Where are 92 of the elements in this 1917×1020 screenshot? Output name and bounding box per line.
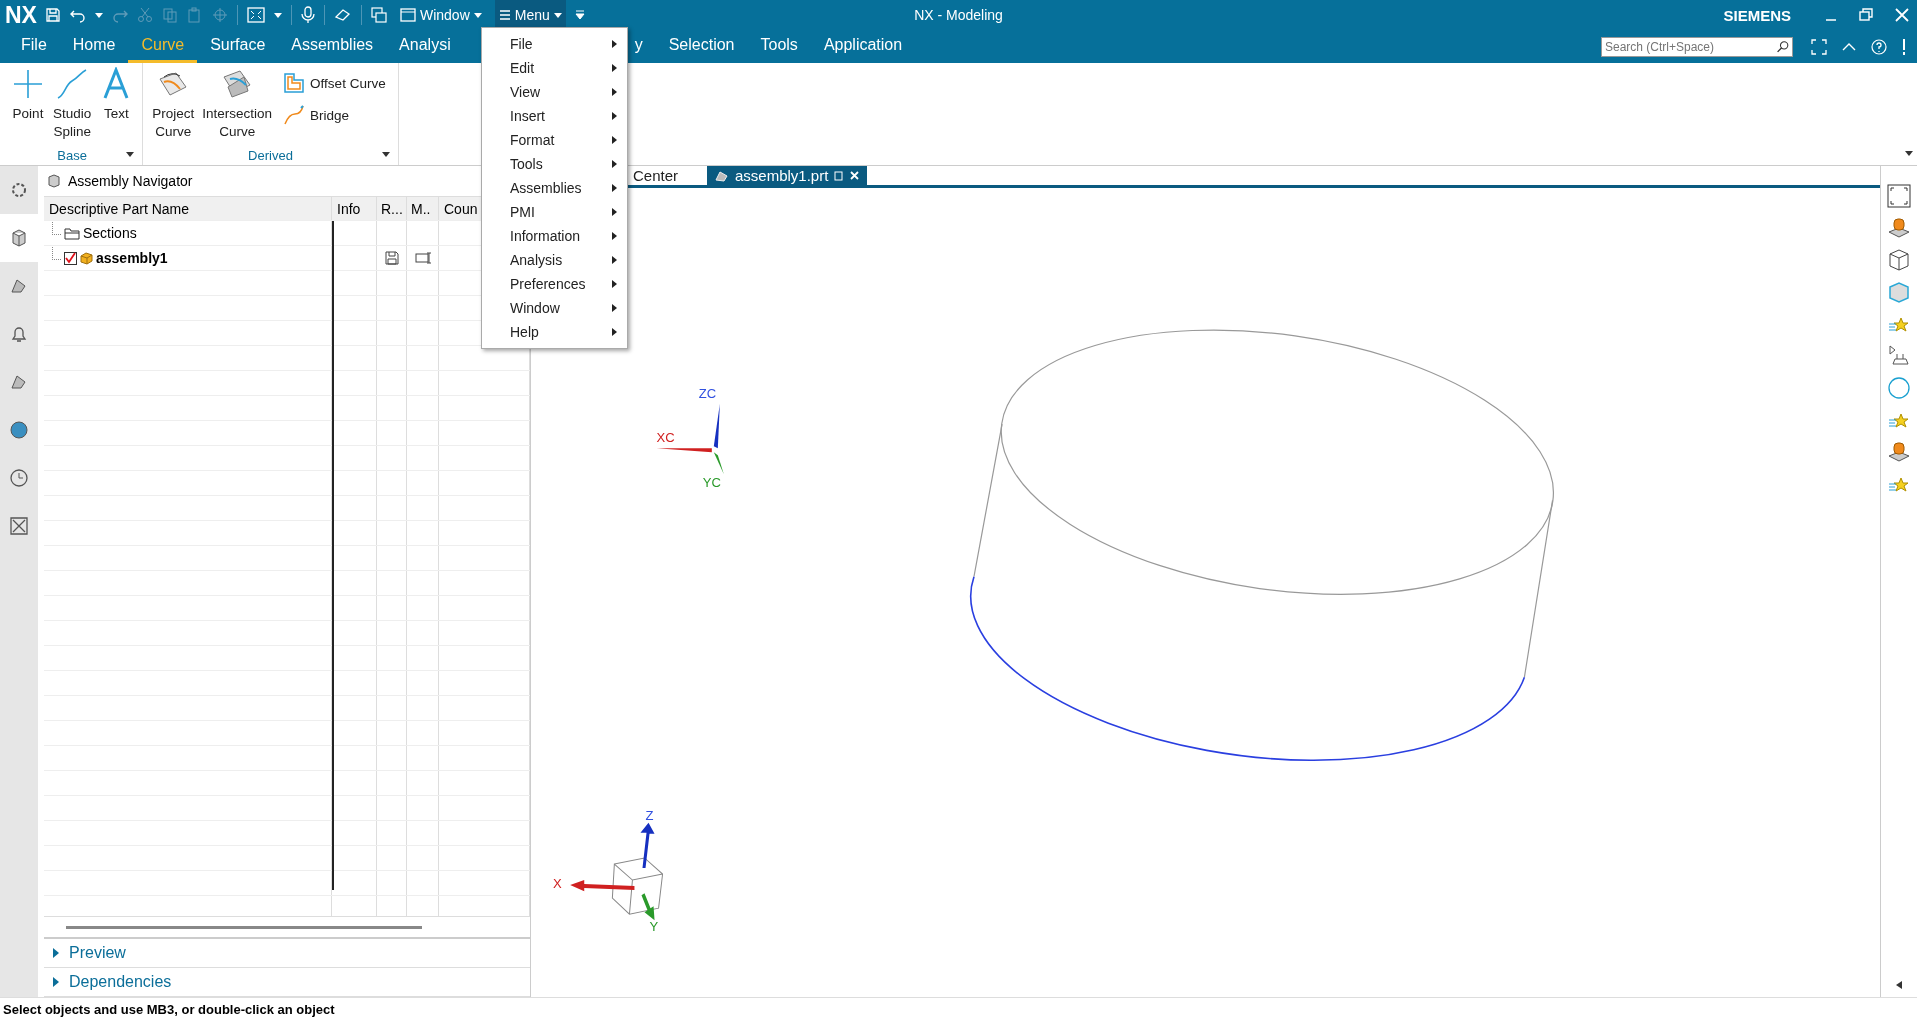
menu-item[interactable]: View <box>482 80 627 104</box>
ribbon-command[interactable]: Text <box>96 67 137 145</box>
window-title: NX - Modeling <box>914 7 1003 23</box>
tree-item[interactable]: assembly1 <box>96 250 168 266</box>
ribbon-tab[interactable]: Application <box>810 30 916 63</box>
ribbon-tab[interactable]: Home <box>59 30 129 63</box>
bridge-curve-icon <box>283 104 306 126</box>
clock-icon[interactable] <box>9 468 29 488</box>
caret-icon <box>553 10 562 20</box>
axis-label: Y <box>649 919 659 935</box>
shaded-block-icon[interactable] <box>1887 280 1911 304</box>
ribbon-command[interactable]: Studio Spline <box>50 67 95 145</box>
scrollbar-thumb[interactable] <box>66 925 422 929</box>
stack-icon[interactable] <box>1887 344 1911 368</box>
database-icon[interactable] <box>1887 440 1911 464</box>
axis-label: Z <box>645 808 654 824</box>
ribbon-group-label: Base <box>57 147 87 163</box>
menu-button[interactable]: Menu <box>494 0 566 30</box>
bell-icon[interactable] <box>9 324 29 344</box>
menu-item[interactable]: Insert <box>482 104 627 128</box>
axis-label: ZC <box>698 386 717 402</box>
axis-label: YC <box>702 475 721 491</box>
tree-item[interactable]: Sections <box>83 225 137 241</box>
windows-icon[interactable] <box>370 7 387 23</box>
caret-icon[interactable] <box>126 152 135 158</box>
ribbon-command[interactable]: Bridge <box>277 103 392 127</box>
caret-icon[interactable] <box>1905 151 1913 157</box>
menu-item[interactable]: Window <box>482 296 627 320</box>
menu-item[interactable]: Assemblies <box>482 176 627 200</box>
axis-label: X <box>553 876 562 892</box>
fullscreen-icon[interactable] <box>1811 38 1827 55</box>
window-icon <box>399 7 416 23</box>
menu-item[interactable]: Preferences <box>482 272 627 296</box>
menu-item[interactable]: Format <box>482 128 627 152</box>
menu-item[interactable]: Help <box>482 320 627 344</box>
caret-icon[interactable] <box>381 152 390 158</box>
brand-logo: SIEMENS <box>1723 6 1791 24</box>
column-header[interactable]: M.. <box>407 197 439 220</box>
app-logo: NX <box>4 1 38 29</box>
save-icon <box>384 251 399 265</box>
section-header[interactable]: Dependencies <box>44 972 178 992</box>
save-icon[interactable] <box>44 7 61 23</box>
gear-icon[interactable] <box>9 180 29 200</box>
panel-title: Assembly Navigator <box>68 173 193 189</box>
database-icon[interactable] <box>1887 216 1911 240</box>
ribbon-command[interactable]: Point <box>8 67 48 145</box>
ribbon-command[interactable]: Offset Curve <box>277 71 392 95</box>
menu-icon <box>498 9 511 21</box>
folder-icon <box>64 226 80 240</box>
menu-item[interactable]: Analysis <box>482 248 627 272</box>
caret-icon <box>473 10 482 20</box>
menu-item[interactable]: Tools <box>482 152 627 176</box>
text-field-icon <box>414 252 431 264</box>
menu-item[interactable]: PMI <box>482 200 627 224</box>
offset-curve-icon <box>283 72 306 94</box>
status-bar: Select objects and use MB3, or double-click an object <box>0 997 1917 1020</box>
menu-item[interactable]: Information <box>482 224 627 248</box>
axis-label: XC <box>656 430 675 446</box>
close-icon[interactable] <box>1895 8 1909 22</box>
ribbon-tab[interactable]: Analysi <box>386 30 464 63</box>
point-tool-icon <box>11 67 45 101</box>
section-header[interactable]: Preview <box>44 943 132 963</box>
ribbon-tab[interactable]: File <box>8 30 60 63</box>
document-tab[interactable]: Center <box>625 166 699 186</box>
ribbon-tab[interactable]: Selection <box>655 30 748 63</box>
ribbon-group-label: Derived <box>248 147 293 163</box>
wireframe-icon[interactable] <box>1887 248 1911 272</box>
caret-icon[interactable] <box>1896 981 1902 989</box>
circle-icon[interactable] <box>1887 376 1911 400</box>
fit-view-icon[interactable] <box>1887 184 1911 208</box>
ribbon-tab[interactable]: Assemblies <box>278 30 387 63</box>
ribbon-tab[interactable]: Surface <box>197 30 279 63</box>
undock-icon <box>834 170 845 181</box>
ribbon-tab[interactable]: Tools <box>747 30 811 63</box>
document-tab[interactable]: assembly1.prt <box>707 166 868 186</box>
eraser-icon[interactable] <box>333 7 352 23</box>
restore-icon[interactable] <box>1859 8 1873 22</box>
alert-icon[interactable] <box>1901 37 1907 56</box>
microphone-icon[interactable] <box>300 6 315 24</box>
window-menu-button[interactable]: Window <box>395 0 486 30</box>
close-icon <box>850 171 860 181</box>
column-header[interactable]: R... <box>377 197 407 220</box>
cube-icon <box>80 251 93 265</box>
expand-arrow-icon <box>52 977 60 987</box>
ribbon-command[interactable]: Intersection Curve <box>199 67 276 145</box>
customize-icon[interactable] <box>574 8 585 22</box>
expand-arrow-icon <box>52 948 60 958</box>
ribbon-command[interactable]: Project Curve <box>149 67 198 145</box>
column-header[interactable]: Info <box>332 197 377 220</box>
checked-checkbox[interactable] <box>64 251 77 265</box>
help-icon[interactable] <box>1871 38 1887 55</box>
column-header[interactable]: Descriptive Part Name <box>44 197 332 220</box>
